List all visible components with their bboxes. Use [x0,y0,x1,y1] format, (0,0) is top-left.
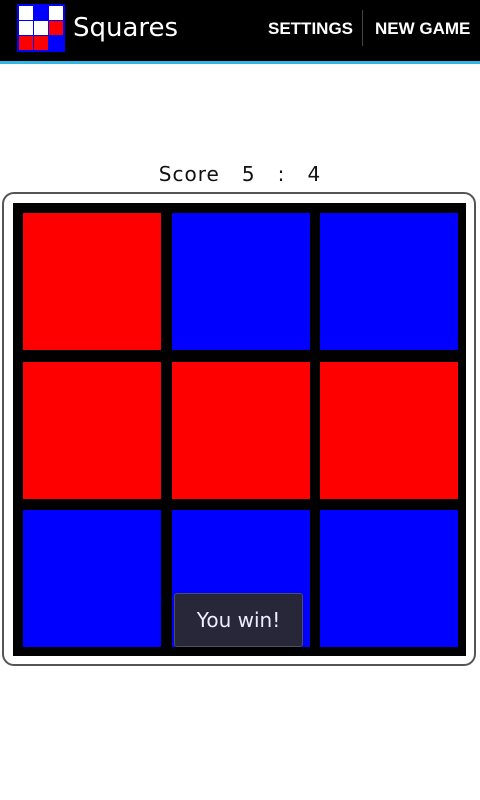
action-bar-underline [0,61,480,64]
score-display: Score 5 : 4 [0,162,480,186]
toast-message: You win! [174,593,303,647]
score-label: Score [158,162,220,186]
board-cell-3-3[interactable] [320,510,458,647]
action-divider [362,10,363,46]
board-cell-1-2[interactable] [172,213,310,350]
game-board [13,203,466,656]
settings-button[interactable]: SETTINGS [268,11,353,47]
board-cell-2-3[interactable] [320,362,458,499]
new-game-button[interactable]: NEW GAME [375,11,470,47]
app-title: Squares [73,13,179,43]
board-cell-1-3[interactable] [320,213,458,350]
player-one-score: 5 [241,162,256,186]
squares-app-icon[interactable] [17,4,65,52]
board-cell-2-2[interactable] [172,362,310,499]
player-two-score: 4 [307,162,322,186]
board-cell-1-1[interactable] [23,213,161,350]
board-cell-2-1[interactable] [23,362,161,499]
board-cell-3-1[interactable] [23,510,161,647]
action-bar: Squares SETTINGS NEW GAME [0,0,480,61]
